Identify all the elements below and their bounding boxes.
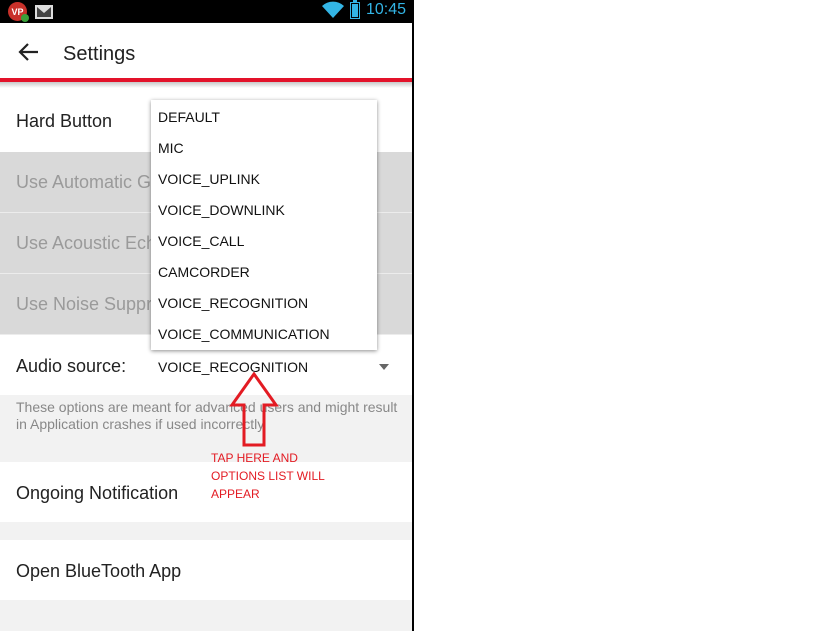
up-arrow-annotation-icon [229, 372, 279, 447]
frame-divider [412, 0, 414, 631]
annotation-text: TAP HERE AND OPTIONS LIST WILL APPEAR [211, 449, 351, 503]
section-gap [0, 600, 412, 631]
dropdown-option-voice-downlink[interactable]: VOICE_DOWNLINK [158, 202, 285, 218]
open-bluetooth-label: Open BlueTooth App [16, 561, 182, 581]
status-right-icons: 10:45 [321, 0, 406, 19]
dropdown-option-voice-call[interactable]: VOICE_CALL [158, 233, 244, 249]
section-gap [0, 522, 412, 540]
dropdown-option-mic[interactable]: MIC [158, 140, 184, 156]
dropdown-caret-icon[interactable] [379, 364, 389, 370]
advanced-note-text: These options are meant for advanced use… [16, 399, 398, 432]
phone-screen: VP 10:45 Settings Hard Button Use Automa… [0, 0, 412, 631]
status-left-icons: VP [8, 2, 53, 22]
dropdown-option-camcorder[interactable]: CAMCORDER [158, 264, 250, 280]
page-title: Settings [63, 43, 136, 65]
status-bar: VP 10:45 [0, 0, 412, 23]
dropdown-option-default[interactable]: DEFAULT [158, 109, 220, 125]
status-clock: 10:45 [365, 1, 406, 18]
audio-source-dropdown: DEFAULT MIC VOICE_UPLINK VOICE_DOWNLINK … [151, 100, 377, 350]
dropdown-option-voice-recognition[interactable]: VOICE_RECOGNITION [158, 295, 308, 311]
battery-icon [349, 0, 360, 19]
ongoing-notification-label: Ongoing Notification [16, 483, 179, 503]
audio-source-label: Audio source: [16, 356, 127, 376]
vp-app-badge: VP [11, 6, 24, 17]
annotation-line-2: OPTIONS LIST WILL [211, 469, 325, 483]
toolbar: Settings [0, 23, 412, 79]
dropdown-option-voice-uplink[interactable]: VOICE_UPLINK [158, 171, 260, 187]
back-arrow-icon[interactable] [18, 41, 40, 63]
wifi-icon [321, 1, 344, 18]
annotation-line-3: APPEAR [211, 487, 260, 501]
setting-open-bluetooth[interactable]: Open BlueTooth App [0, 540, 412, 600]
dropdown-option-voice-communication[interactable]: VOICE_COMMUNICATION [158, 326, 330, 342]
setting-hard-button-label: Hard Button [16, 111, 113, 131]
vp-app-icon: VP [8, 2, 29, 22]
annotation-line-1: TAP HERE AND [211, 451, 298, 465]
mail-icon [35, 5, 53, 19]
